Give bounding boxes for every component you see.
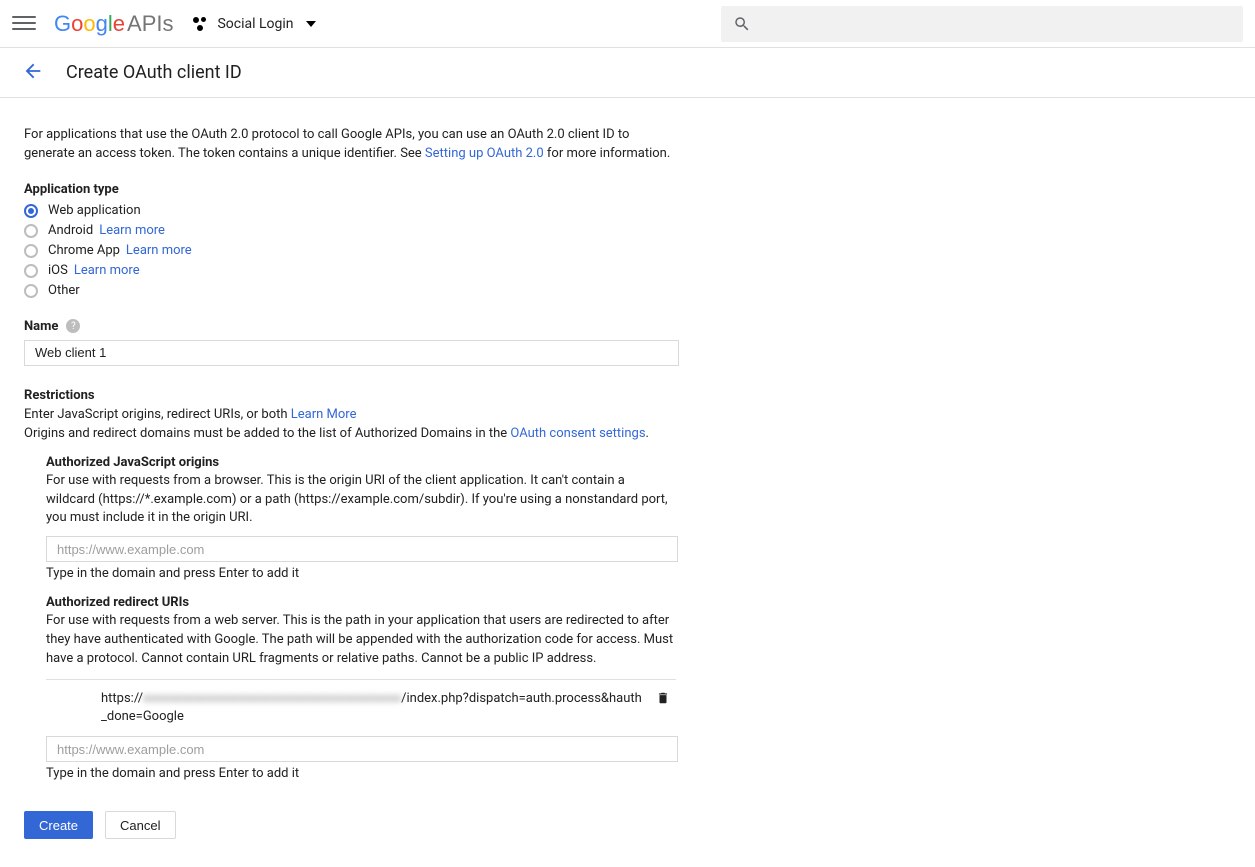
project-icon: [191, 15, 209, 33]
oauth-consent-link[interactable]: OAuth consent settings: [510, 426, 645, 441]
android-learn-more-link[interactable]: Learn more: [99, 221, 165, 241]
app-type-radio-group: Web application Android Learn more Chrom…: [24, 201, 676, 301]
radio-android[interactable]: Android Learn more: [24, 221, 676, 241]
cancel-button[interactable]: Cancel: [105, 811, 175, 839]
radio-icon: [24, 284, 38, 298]
main-content: For applications that use the OAuth 2.0 …: [0, 98, 700, 867]
js-origins-hint: Type in the domain and press Enter to ad…: [46, 566, 676, 581]
hamburger-menu-icon[interactable]: [12, 12, 36, 36]
restrictions-line1: Enter JavaScript origins, redirect URIs,…: [24, 407, 676, 422]
help-icon[interactable]: ?: [66, 319, 80, 333]
ios-learn-more-link[interactable]: Learn more: [74, 261, 140, 281]
restrictions-title: Restrictions: [24, 388, 676, 403]
search-icon: [733, 15, 751, 33]
js-origins-title: Authorized JavaScript origins: [46, 455, 676, 470]
redirect-uris-desc: For use with requests from a web server.…: [46, 612, 676, 669]
js-origins-desc: For use with requests from a browser. Th…: [46, 472, 676, 529]
create-button[interactable]: Create: [24, 811, 93, 839]
trash-icon[interactable]: [656, 690, 670, 710]
radio-chrome-app[interactable]: Chrome App Learn more: [24, 241, 676, 261]
radio-other[interactable]: Other: [24, 281, 676, 301]
page-title: Create OAuth client ID: [66, 62, 242, 83]
chrome-learn-more-link[interactable]: Learn more: [126, 241, 192, 261]
search-input[interactable]: [721, 6, 1243, 42]
project-selector[interactable]: Social Login: [191, 15, 315, 33]
top-bar: Google APIs Social Login: [0, 0, 1255, 48]
radio-icon: [24, 244, 38, 258]
radio-icon: [24, 264, 38, 278]
restrictions-line2: Origins and redirect domains must be add…: [24, 426, 676, 441]
name-input[interactable]: [24, 340, 679, 366]
redirect-uris-hint: Type in the domain and press Enter to ad…: [46, 766, 676, 781]
apis-text: APIs: [127, 11, 173, 37]
sub-header: Create OAuth client ID: [0, 48, 1255, 98]
restrictions-learn-more-link[interactable]: Learn More: [291, 407, 357, 422]
intro-text: For applications that use the OAuth 2.0 …: [24, 126, 676, 164]
project-name: Social Login: [217, 16, 293, 32]
radio-icon: [24, 224, 38, 238]
chevron-down-icon: [306, 21, 316, 27]
radio-web-application[interactable]: Web application: [24, 201, 676, 221]
app-type-label: Application type: [24, 182, 676, 197]
redirect-uris-section: Authorized redirect URIs For use with re…: [46, 595, 676, 781]
radio-ios[interactable]: iOS Learn more: [24, 261, 676, 281]
redirect-uri-entry: https://xxxxxxxxxxxxxxxxxxxxxxxxxxxxxxxx…: [46, 690, 676, 726]
name-label: Name: [24, 319, 58, 334]
google-apis-logo[interactable]: Google APIs: [54, 11, 173, 37]
js-origins-input[interactable]: [46, 536, 678, 562]
redirect-uris-input[interactable]: [46, 736, 678, 762]
setup-oauth-link[interactable]: Setting up OAuth 2.0: [425, 146, 544, 161]
redirect-uris-title: Authorized redirect URIs: [46, 595, 676, 610]
radio-icon: [24, 204, 38, 218]
js-origins-section: Authorized JavaScript origins For use wi…: [46, 455, 676, 582]
back-arrow-icon[interactable]: [22, 60, 44, 86]
